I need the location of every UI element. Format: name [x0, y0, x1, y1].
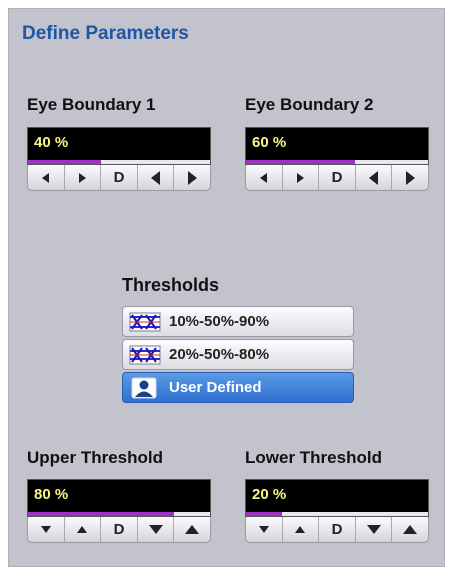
down-arrow-icon — [40, 526, 51, 533]
up-arrow-large-icon — [403, 525, 418, 534]
upper-threshold-display[interactable]: 80 % — [27, 479, 211, 517]
upper-threshold-coarse-increment-button[interactable] — [174, 517, 210, 542]
upper-threshold-label: Upper Threshold — [27, 448, 164, 467]
left-arrow-large-icon — [369, 170, 379, 185]
eye-boundary-2-buttons: D — [245, 165, 429, 191]
down-arrow-large-icon — [148, 525, 163, 534]
eye-boundary-1-coarse-decrement-button[interactable] — [138, 165, 175, 190]
upper-threshold-increment-button[interactable] — [65, 517, 102, 542]
eye-boundary-1-buttons: D — [27, 165, 211, 191]
right-arrow-large-icon — [405, 170, 415, 185]
threshold-option-label: User Defined — [169, 379, 262, 396]
upper-threshold-value: 80 % — [34, 486, 69, 503]
threshold-option-20-50-80[interactable]: 20%-50%-80% — [122, 339, 354, 370]
eye-boundary-1-control: 40 % D — [27, 127, 211, 191]
eye-boundary-2-decrement-button[interactable] — [246, 165, 283, 190]
upper-threshold-level-bar — [28, 512, 174, 516]
upper-threshold-buttons: D — [27, 517, 211, 543]
up-arrow-icon — [295, 526, 306, 533]
eye-boundary-1-level-track — [28, 160, 210, 164]
threshold-levels-icon — [129, 345, 161, 364]
eye-boundary-1-value: 40 % — [34, 134, 69, 151]
eye-boundary-2-display[interactable]: 60 % — [245, 127, 429, 165]
down-arrow-icon — [258, 526, 269, 533]
thresholds-label: Thresholds — [122, 275, 220, 295]
eye-boundary-2-level-track — [246, 160, 428, 164]
eye-boundary-1-display[interactable]: 40 % — [27, 127, 211, 165]
eye-boundary-2-coarse-decrement-button[interactable] — [356, 165, 393, 190]
lower-threshold-decrement-button[interactable] — [246, 517, 283, 542]
eye-boundary-1-default-button[interactable]: D — [101, 165, 138, 190]
eye-boundary-1-decrement-button[interactable] — [28, 165, 65, 190]
lower-threshold-display[interactable]: 20 % — [245, 479, 429, 517]
eye-boundary-2-value: 60 % — [252, 134, 287, 151]
thresholds-options: 10%-50%-90% 20%-50%-80% User Defined — [122, 306, 354, 405]
eye-boundary-2-coarse-increment-button[interactable] — [392, 165, 428, 190]
eye-boundary-2-control: 60 % D — [245, 127, 429, 191]
upper-threshold-coarse-decrement-button[interactable] — [138, 517, 175, 542]
upper-threshold-decrement-button[interactable] — [28, 517, 65, 542]
lower-threshold-buttons: D — [245, 517, 429, 543]
left-arrow-icon — [260, 172, 268, 183]
threshold-levels-icon — [129, 312, 161, 331]
eye-boundary-1-increment-button[interactable] — [65, 165, 102, 190]
eye-boundary-1-label: Eye Boundary 1 — [27, 95, 156, 114]
threshold-option-label: 20%-50%-80% — [169, 346, 270, 363]
right-arrow-large-icon — [187, 170, 197, 185]
left-arrow-icon — [42, 172, 50, 183]
eye-boundary-2-increment-button[interactable] — [283, 165, 320, 190]
lower-threshold-level-track — [246, 512, 428, 516]
eye-boundary-2-level-bar — [246, 160, 356, 164]
lower-threshold-default-button[interactable]: D — [319, 517, 356, 542]
upper-threshold-control: 80 % D — [27, 479, 211, 543]
upper-threshold-level-track — [28, 512, 210, 516]
up-arrow-large-icon — [185, 525, 200, 534]
down-arrow-large-icon — [366, 525, 381, 534]
lower-threshold-coarse-decrement-button[interactable] — [356, 517, 393, 542]
left-arrow-large-icon — [151, 170, 161, 185]
lower-threshold-increment-button[interactable] — [283, 517, 320, 542]
right-arrow-icon — [296, 172, 304, 183]
eye-boundary-2-default-button[interactable]: D — [319, 165, 356, 190]
panel-title: Define Parameters — [22, 23, 189, 44]
upper-threshold-default-button[interactable]: D — [101, 517, 138, 542]
user-icon — [131, 377, 157, 398]
eye-boundary-2-label: Eye Boundary 2 — [245, 95, 374, 114]
eye-boundary-1-coarse-increment-button[interactable] — [174, 165, 210, 190]
lower-threshold-coarse-increment-button[interactable] — [392, 517, 428, 542]
lower-threshold-label: Lower Threshold — [245, 448, 382, 467]
right-arrow-icon — [78, 172, 86, 183]
lower-threshold-value: 20 % — [252, 486, 287, 503]
eye-boundary-1-level-bar — [28, 160, 101, 164]
lower-threshold-control: 20 % D — [245, 479, 429, 543]
threshold-option-label: 10%-50%-90% — [169, 313, 270, 330]
up-arrow-icon — [77, 526, 88, 533]
define-parameters-panel: Define Parameters Eye Boundary 1 40 % D … — [8, 8, 445, 567]
threshold-option-10-50-90[interactable]: 10%-50%-90% — [122, 306, 354, 337]
lower-threshold-level-bar — [246, 512, 283, 516]
threshold-option-user-defined[interactable]: User Defined — [122, 372, 354, 403]
